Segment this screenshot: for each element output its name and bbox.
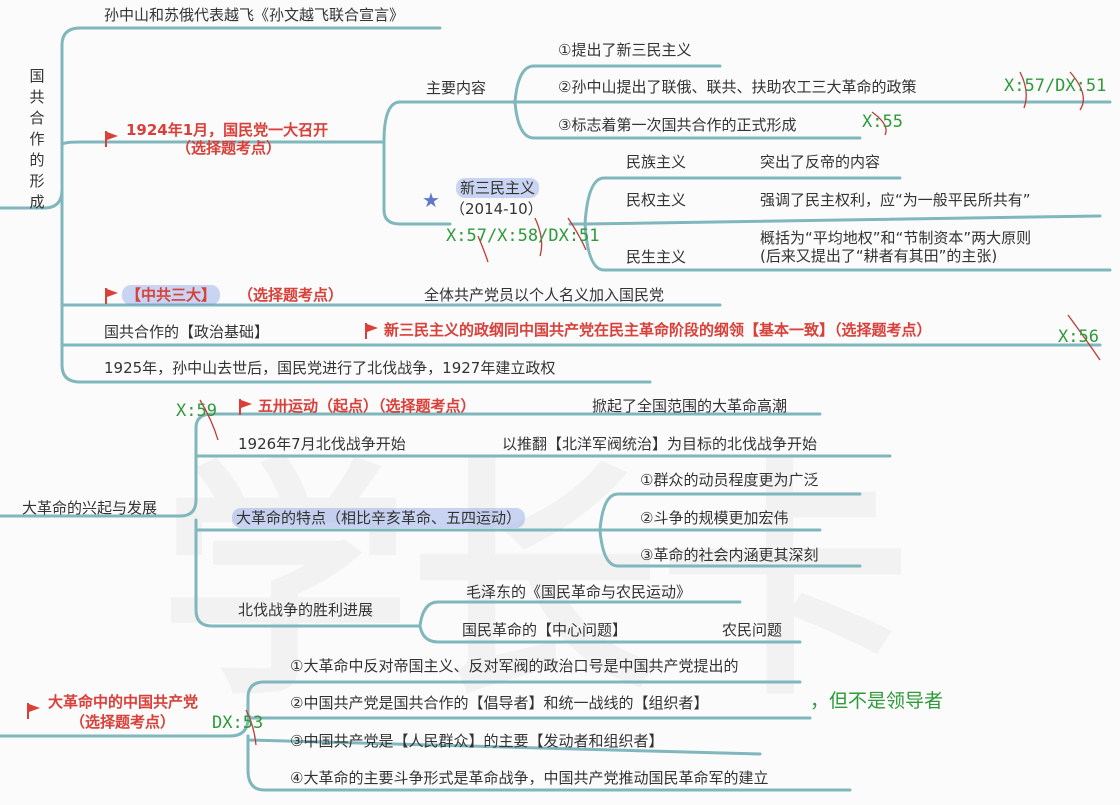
feature-point-1: ①群众的动员程度更为广泛 <box>640 471 819 489</box>
democracy-desc: 强调了民主权利，应“为一般平民所共有” <box>760 191 1031 209</box>
victory-point-1: 毛泽东的《国民革命与农民运动》 <box>466 583 692 601</box>
congress1-title: 1924年1月，国民党一大召开 <box>126 121 329 139</box>
congress1-point-2: ②孙中山提出了联俄、联共、扶助农工三大革命的政策 <box>558 78 917 96</box>
nationalism-desc: 突出了反帝的内容 <box>760 153 881 171</box>
flag-icon <box>105 288 118 304</box>
expedition-start-desc: 以推翻【北洋军阀统治】为目标的北伐战争开始 <box>502 435 818 453</box>
feature-point-3: ③革命的社会内涵更其深刻 <box>640 546 819 564</box>
section3-note: （选择题考点） <box>70 713 176 731</box>
new-three-year: （2014-10） <box>450 200 543 218</box>
flag-icon <box>27 703 40 719</box>
northern-expedition-note: 1925年，孙中山去世后，国民党进行了北伐战争，1927年建立政权 <box>104 359 556 377</box>
victory-point-2: 国民革命的【中心问题】 <box>462 621 628 639</box>
star-icon: ★ <box>422 188 440 212</box>
ccp-point-2: ②中国共产党是国共合作的【倡导者】和统一战线的【组织者】 <box>290 694 709 712</box>
new-three-title: 新三民主义 <box>456 178 540 198</box>
basis-desc: 新三民主义的政纲同中国共产党在民主革命阶段的纲领【基本一致】（选择题考点） <box>384 321 932 339</box>
congress1-point-3: ③标志着第一次国共合作的正式形成 <box>558 116 797 134</box>
flag-icon <box>365 323 378 339</box>
may30-mark: X:59 <box>176 401 217 421</box>
livelihood-desc2: (后来又提出了“耕者有其田”的主张) <box>760 247 998 265</box>
ccp-point-1: ①大革命中反对帝国主义、反对军阀的政治口号是中国共产党提出的 <box>290 657 739 675</box>
section3-title: 大革命中的中国共产党 <box>48 693 199 711</box>
flag-icon <box>239 399 252 415</box>
congress1-point-1: ①提出了新三民主义 <box>558 41 692 59</box>
congress1-point-3-mark: X:55 <box>862 112 903 132</box>
ccp3-desc: 全体共产党员以个人名义加入国民党 <box>424 286 665 304</box>
flag-icon <box>105 131 118 147</box>
feature-point-2: ②斗争的规模更加宏伟 <box>640 509 789 527</box>
section2-title: 大革命的兴起与发展 <box>22 499 158 517</box>
basis-mark: X:56 <box>1058 327 1099 347</box>
victory-answer: 农民问题 <box>722 621 783 639</box>
congress1-note: （选择题考点） <box>176 139 282 157</box>
may30-desc: 掀起了全国范围的大革命高潮 <box>592 397 788 415</box>
ccp-point-3: ③中国共产党是【人民群众】的主要【发动者和组织者】 <box>290 732 664 750</box>
features-label: 大革命的特点（相比辛亥革命、五四运动） <box>232 508 526 528</box>
ccp3-title: 【中共三大】 <box>122 285 221 305</box>
section1-title: 国共合作的形成 <box>29 67 45 211</box>
may30-title: 五卅运动（起点）（选择题考点） <box>258 397 476 415</box>
section3-mark: DX:53 <box>212 713 264 733</box>
section1-top-item: 孙中山和苏俄代表越飞《孙文越飞联合宣言》 <box>104 6 405 24</box>
livelihood-desc: 概括为“平均地权”和“节制资本”两大原则 <box>760 229 1032 247</box>
democracy-label: 民权主义 <box>626 191 687 209</box>
victory-label: 北伐战争的胜利进展 <box>238 601 374 619</box>
basis-label: 国共合作的【政治基础】 <box>104 323 270 341</box>
nationalism-label: 民族主义 <box>626 153 687 171</box>
livelihood-label: 民生主义 <box>626 248 687 266</box>
main-content-label: 主要内容 <box>426 79 487 97</box>
ccp-point-2-extra: ，但不是领导者 <box>810 690 944 712</box>
ccp3-note: （选择题考点） <box>238 286 344 304</box>
new-three-mark: X:57/X:58/DX:51 <box>446 226 600 246</box>
congress1-point-2-mark: X:57/DX:51 <box>1004 76 1107 96</box>
expedition-start-label: 1926年7月北伐战争开始 <box>238 435 406 453</box>
ccp-point-4: ④大革命的主要斗争形式是革命战争，中国共产党推动国民革命军的建立 <box>290 769 769 787</box>
